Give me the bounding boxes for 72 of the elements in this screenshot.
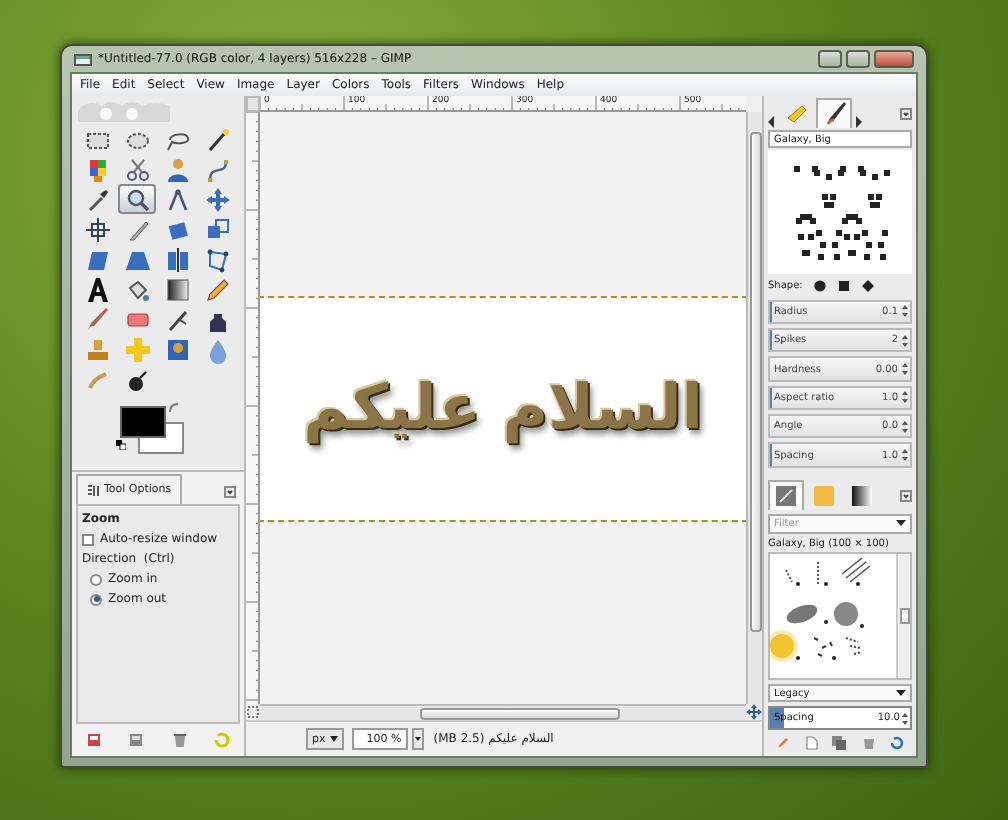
scissors-icon: [123, 155, 151, 183]
stamp-icon: [83, 335, 111, 363]
pattern-icon: [783, 100, 809, 127]
scale-icon: [203, 215, 231, 243]
pencil-icon: [203, 275, 231, 303]
gradient-icon: [850, 484, 874, 509]
cage-icon: [203, 245, 231, 273]
brush-icon: [774, 484, 798, 509]
radio-button[interactable]: [90, 593, 102, 605]
bandage-icon: [123, 335, 151, 363]
bucket-icon: [123, 275, 151, 303]
circle-shape-button[interactable]: [814, 279, 827, 292]
path-icon: [203, 155, 231, 183]
swap-colors-icon[interactable]: [168, 402, 180, 414]
sliders-icon: [86, 483, 100, 497]
wand-icon: [203, 125, 231, 153]
square-shape-button[interactable]: [838, 279, 851, 292]
crosshair-icon: [83, 215, 111, 243]
brush-icon: [83, 305, 111, 333]
caret-icon[interactable]: [411, 728, 424, 750]
refresh-icon[interactable]: [890, 735, 905, 750]
flip-icon: [163, 245, 191, 273]
list-scrollbar[interactable]: [896, 553, 910, 678]
person-stamp-icon: [163, 335, 191, 363]
minimize-button[interactable]: [818, 50, 842, 68]
person-icon: [163, 155, 191, 183]
bomb-icon: [123, 365, 151, 393]
move-icon: [203, 185, 231, 213]
spin-arrows-icon[interactable]: [900, 331, 910, 350]
image-text: السلام عليكم: [303, 372, 703, 444]
navigate-icon[interactable]: [746, 704, 762, 720]
spin-arrows-icon[interactable]: [900, 360, 910, 379]
tab-menu-icon[interactable]: [900, 107, 912, 120]
restore-icon[interactable]: [128, 732, 145, 748]
duplicate-brush-icon[interactable]: [832, 735, 847, 750]
horizontal-scrollbar[interactable]: [420, 707, 620, 719]
gradient-icon: [163, 275, 191, 303]
checkbox[interactable]: [82, 533, 94, 545]
zoom-tool-button[interactable]: [118, 184, 156, 214]
eyedropper-icon: [83, 185, 111, 213]
vertical-scrollbar[interactable]: [749, 132, 761, 632]
spin-arrows-icon[interactable]: [900, 709, 910, 728]
spin-arrows-icon[interactable]: [900, 388, 910, 407]
maximize-button[interactable]: [846, 50, 870, 68]
brush-icon: [821, 100, 847, 127]
new-brush-icon[interactable]: [804, 735, 819, 750]
brush-editor-tab[interactable]: [816, 97, 852, 128]
brushes-tab[interactable]: [768, 480, 804, 511]
spin-arrows-icon[interactable]: [900, 446, 910, 465]
radio-button[interactable]: [90, 573, 102, 585]
tab-menu-icon[interactable]: [900, 490, 912, 503]
compass-icon: [163, 185, 191, 213]
scroll-left-icon[interactable]: [768, 115, 776, 128]
default-colors-icon[interactable]: [116, 440, 126, 450]
app-icon: [74, 53, 92, 65]
airbrush-icon: [163, 305, 191, 333]
caret-icon: [896, 520, 906, 529]
pattern-icon: [812, 484, 836, 509]
save-icon[interactable]: [85, 732, 102, 748]
spin-arrows-icon[interactable]: [900, 417, 910, 436]
diamond-shape-button[interactable]: [862, 279, 875, 292]
quick-mask-icon[interactable]: [246, 704, 260, 720]
color-swatches[interactable]: [120, 406, 184, 454]
spin-arrows-icon[interactable]: [900, 302, 910, 321]
letter-a-icon: [83, 275, 111, 303]
close-button[interactable]: [874, 50, 914, 68]
wilber-drawing: [78, 98, 170, 122]
delete-icon[interactable]: [171, 732, 188, 748]
tab-menu-icon[interactable]: [224, 486, 236, 498]
zoom-icon: [123, 185, 151, 213]
caret-icon: [896, 689, 906, 698]
caret-icon: [329, 736, 338, 742]
